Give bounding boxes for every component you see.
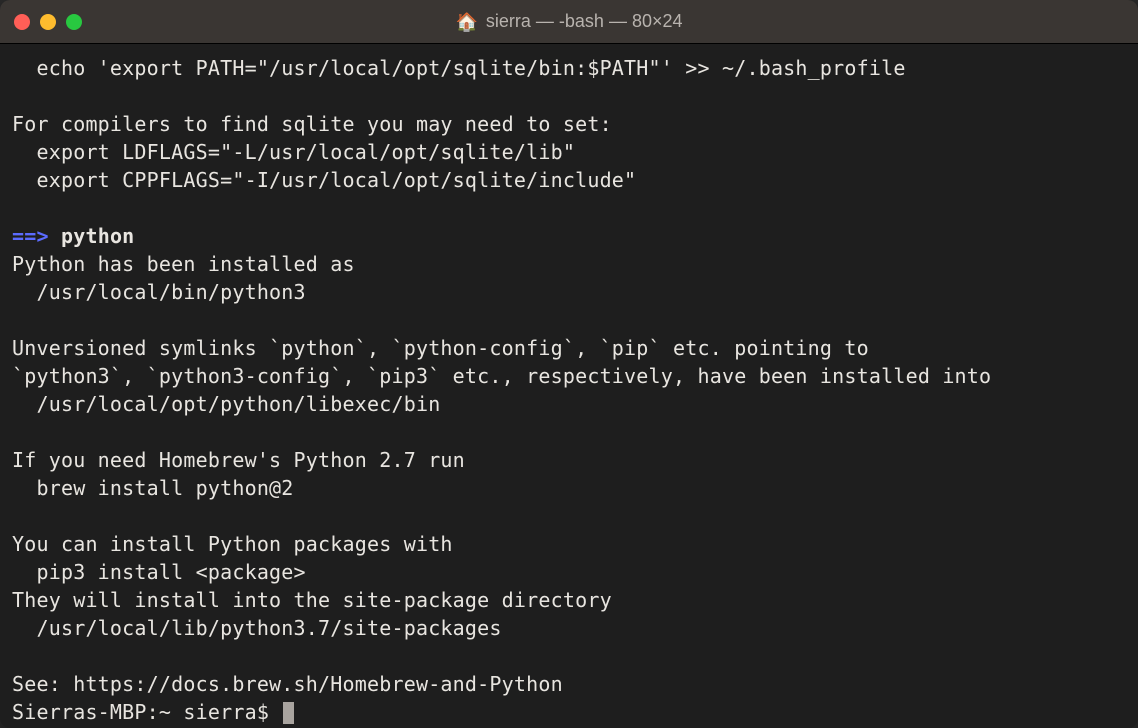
output-line: Unversioned symlinks `python`, `python-c… [12,336,869,360]
output-line: You can install Python packages with [12,532,453,556]
close-button[interactable] [14,14,30,30]
output-line: Python has been installed as [12,252,355,276]
cursor [283,702,294,724]
terminal-output[interactable]: echo 'export PATH="/usr/local/opt/sqlite… [0,44,1138,728]
window-title: 🏠 sierra — -bash — 80×24 [0,11,1138,32]
output-line: /usr/local/opt/python/libexec/bin [12,392,440,416]
output-line: /usr/local/bin/python3 [12,280,306,304]
output-line: echo 'export PATH="/usr/local/opt/sqlite… [12,56,906,80]
output-line: If you need Homebrew's Python 2.7 run [12,448,465,472]
traffic-lights [14,14,82,30]
output-line: /usr/local/lib/python3.7/site-packages [12,616,502,640]
output-line: pip3 install <package> [12,560,306,584]
caveat-arrow: ==> [12,224,49,248]
caveat-heading: python [49,224,135,248]
output-line: brew install python@2 [12,476,294,500]
terminal-window: 🏠 sierra — -bash — 80×24 echo 'export PA… [0,0,1138,728]
output-line: See: https://docs.brew.sh/Homebrew-and-P… [12,672,563,696]
maximize-button[interactable] [66,14,82,30]
output-line: export CPPFLAGS="-I/usr/local/opt/sqlite… [12,168,636,192]
minimize-button[interactable] [40,14,56,30]
titlebar: 🏠 sierra — -bash — 80×24 [0,0,1138,44]
shell-prompt: Sierras-MBP:~ sierra$ [12,700,281,724]
output-line: `python3`, `python3-config`, `pip3` etc.… [12,364,991,388]
output-line: export LDFLAGS="-L/usr/local/opt/sqlite/… [12,140,575,164]
window-title-text: sierra — -bash — 80×24 [486,11,683,32]
output-line: For compilers to find sqlite you may nee… [12,112,612,136]
home-icon: 🏠 [455,13,477,31]
output-line: They will install into the site-package … [12,588,612,612]
